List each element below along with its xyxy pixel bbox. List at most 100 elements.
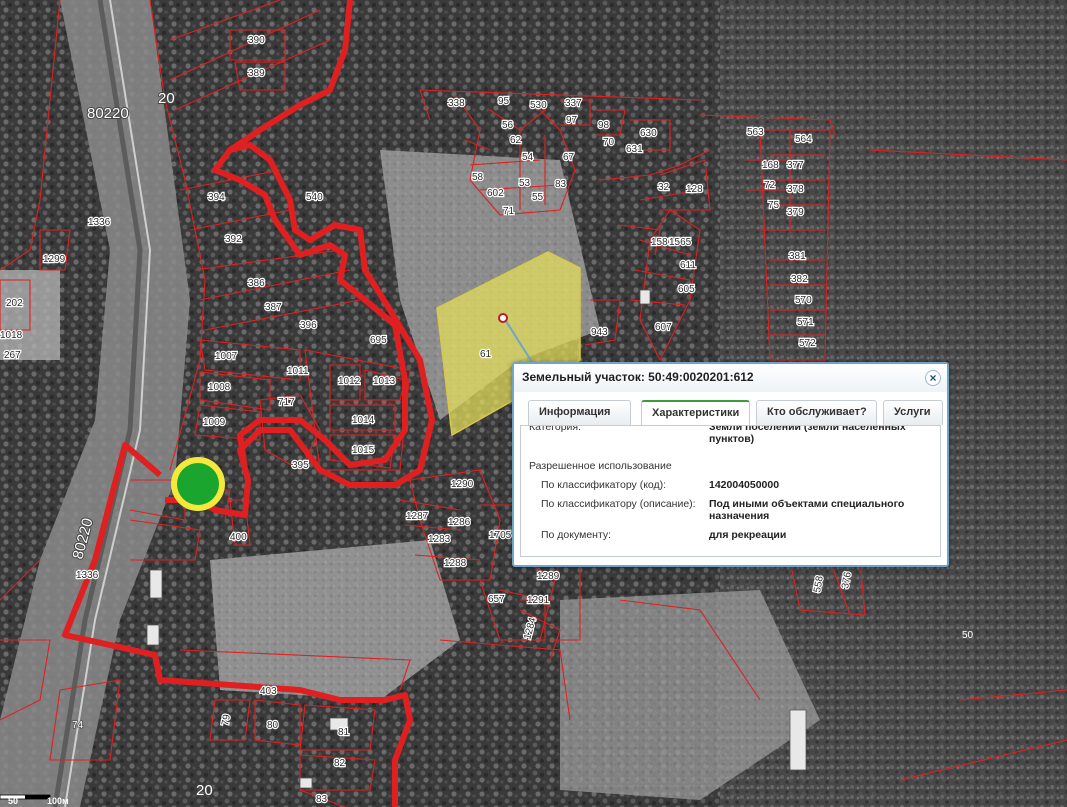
permitted-use-title: Разрешенное использование (529, 460, 672, 472)
parcel-53: 53 (519, 178, 531, 189)
parcel-1014: 1014 (352, 415, 375, 426)
category-key: Категория: (529, 425, 582, 433)
classifier-code-key: По классификатору (код): (541, 479, 667, 491)
parcel-1018: 1018 (0, 330, 23, 341)
parcel-1015: 1015 (352, 445, 375, 456)
classifier-description-key: По классификатору (описание): (541, 498, 696, 510)
parcel-1009: 1009 (203, 417, 226, 428)
parcel-202: 202 (6, 298, 23, 309)
parcel-70: 70 (603, 137, 615, 148)
parcel-1286: 1286 (448, 517, 471, 528)
road-label-20-south: 20 (196, 782, 213, 799)
scale-label-distance: 100м (47, 796, 69, 806)
parcel-1336-south: 1336 (76, 570, 99, 581)
document-key: По документу: (541, 529, 612, 541)
parcel-1705: 1705 (489, 530, 512, 541)
parcel-395: 395 (292, 460, 309, 471)
parcel-607: 607 (655, 322, 672, 333)
parcel-695: 695 (370, 335, 387, 346)
popup-tabs: Информация Характеристики Кто обслуживае… (528, 400, 943, 426)
parcel-1288: 1288 (444, 558, 467, 569)
parcel-378: 378 (787, 184, 804, 195)
parcel-81: 81 (338, 727, 350, 738)
parcel-530: 530 (530, 100, 547, 111)
parcel-1291: 1291 (527, 595, 550, 606)
parcel-390: 390 (248, 35, 265, 46)
parcel-67: 67 (563, 152, 575, 163)
parcel-657: 657 (488, 594, 505, 605)
parcel-379: 379 (787, 207, 804, 218)
document-value: для рекреации (709, 529, 787, 541)
parcel-382: 382 (791, 274, 808, 285)
scale-label-zero: 50 (8, 796, 19, 806)
parcel-98: 98 (598, 120, 610, 131)
parcel-72: 72 (764, 180, 776, 191)
parcel-403: 403 (260, 686, 277, 697)
parcel-1012: 1012 (338, 376, 361, 387)
parcel-563: 563 (747, 127, 764, 138)
popup-body: Категория: Земли поселений (земли населе… (520, 425, 941, 557)
parcel-74: 74 (72, 720, 84, 731)
parcel-1565: 1565 (669, 237, 692, 248)
parcel-389: 389 (248, 68, 265, 79)
popup-header: Земельный участок: 50:49:0020201:612 × (514, 364, 947, 392)
parcel-717: 717 (278, 397, 295, 408)
parcel-377: 377 (787, 160, 804, 171)
tab-characteristics[interactable]: Характеристики (641, 400, 750, 425)
parcel-1290: 1290 (451, 479, 474, 490)
parcel-1299: 1299 (43, 254, 66, 265)
parcel-394: 394 (208, 192, 225, 203)
parcel-56: 56 (502, 120, 514, 131)
parcel-128: 128 (686, 184, 703, 195)
parcel-381: 381 (789, 251, 806, 262)
parcel-1287: 1287 (406, 511, 429, 522)
parcel-1289: 1289 (537, 571, 560, 582)
location-marker-core (177, 463, 219, 505)
road-label-20-north: 20 (158, 90, 175, 107)
parcel-571: 571 (797, 317, 814, 328)
classifier-description-value: Под иными объектами специального назначе… (709, 498, 905, 522)
close-icon[interactable]: × (925, 370, 941, 386)
parcel-82: 82 (334, 758, 346, 769)
parcel-602: 602 (487, 188, 504, 199)
parcel-pin-icon[interactable] (498, 313, 508, 323)
parcel-605: 605 (678, 284, 695, 295)
parcel-1283: 1283 (428, 534, 451, 545)
parcel-168: 168 (762, 160, 779, 171)
parcel-1336-north: 1336 (88, 217, 111, 228)
parcel-83-south: 83 (316, 794, 328, 805)
parcel-267: 267 (4, 350, 21, 361)
parcel-612: 61 (480, 349, 492, 360)
parcel-75: 75 (768, 200, 780, 211)
tab-information[interactable]: Информация (528, 400, 631, 425)
parcel-392: 392 (225, 234, 242, 245)
parcel-387: 387 (265, 302, 282, 313)
parcel-32: 32 (658, 182, 670, 193)
parcel-55: 55 (532, 192, 544, 203)
parcel-630: 630 (640, 128, 657, 139)
classifier-code-value: 142004050000 (709, 479, 780, 491)
parcel-54: 54 (522, 152, 534, 163)
popup-title: Земельный участок: 50:49:0020201:612 (522, 370, 754, 384)
parcel-58: 58 (472, 172, 484, 183)
parcel-1013: 1013 (373, 376, 396, 387)
category-value: Земли поселений (земли населенных пункто… (709, 425, 906, 445)
parcel-95: 95 (498, 96, 510, 107)
parcel-540: 540 (306, 192, 323, 203)
parcel-1011: 1011 (287, 366, 309, 377)
parcel-570: 570 (795, 295, 812, 306)
parcel-97: 97 (566, 115, 578, 126)
parcel-80: 80 (267, 720, 279, 731)
section-title: Разрешенное использование (529, 460, 672, 472)
parcel-1008: 1008 (208, 382, 231, 393)
tab-services[interactable]: Услуги (883, 400, 943, 425)
parcel-62: 62 (510, 135, 522, 146)
parcel-386: 386 (248, 278, 265, 289)
parcel-943: 943 (591, 327, 608, 338)
parcel-572: 572 (799, 338, 816, 349)
parcel-83: 83 (555, 179, 567, 190)
parcel-611: 611 (680, 260, 696, 271)
tab-who-serves[interactable]: Кто обслуживает? (756, 400, 877, 425)
parcel-396: 396 (300, 320, 317, 331)
parcel-info-popup: Земельный участок: 50:49:0020201:612 × И… (512, 362, 949, 567)
